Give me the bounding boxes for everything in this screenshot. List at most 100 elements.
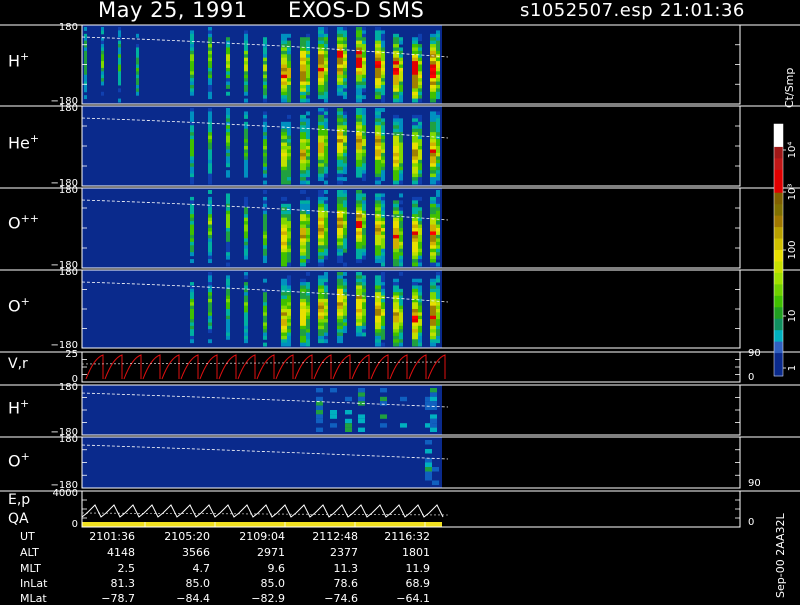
spectrogram-cell: [418, 74, 422, 79]
spectrogram-cell: [356, 241, 362, 246]
spectrogram-cell: [375, 305, 381, 310]
spectrogram-cell: [399, 177, 403, 182]
spectrogram-cell: [393, 88, 399, 93]
spectrogram-cell: [208, 292, 212, 297]
spectrogram-cell: [343, 132, 347, 137]
spectrogram-cell: [337, 50, 343, 55]
spectrogram-cell: [316, 396, 323, 402]
spectrogram-cell: [430, 228, 436, 232]
spectrogram-cell: [226, 71, 230, 76]
spectrogram-cell: [287, 322, 291, 327]
spectrogram-cell: [316, 405, 323, 410]
spectrogram-cell: [226, 231, 230, 236]
spectrogram-cell: [436, 305, 440, 310]
spectrogram-cell: [324, 275, 328, 280]
spectrogram-cell: [330, 423, 337, 428]
spectrogram-cell: [306, 241, 310, 246]
spectrogram-cell: [337, 118, 343, 123]
spectrogram-cell: [375, 78, 381, 83]
spectrogram-cell: [393, 255, 399, 260]
spectrogram-cell: [318, 196, 324, 201]
spectrogram-cell: [430, 98, 436, 103]
spectrogram-cell: [436, 329, 440, 334]
spectrogram-cell: [324, 81, 328, 86]
spectrogram-cell: [436, 139, 440, 144]
spectrogram-cell: [287, 248, 291, 253]
spectrogram-cell: [281, 74, 287, 79]
spectrogram-cell: [324, 329, 328, 334]
spectrogram-cell: [418, 285, 422, 290]
spectrogram-cell: [190, 329, 194, 334]
spectrogram-cell: [343, 40, 347, 45]
spectrogram-cell: [324, 142, 328, 147]
spectrogram-cell: [244, 47, 248, 52]
spectrogram-cell: [393, 121, 399, 126]
spectrogram-cell: [375, 95, 381, 100]
ephemeris-value: 2971: [257, 546, 285, 559]
spectrogram-cell: [324, 295, 328, 300]
spectrogram-cell: [343, 207, 347, 212]
spectrogram-cell: [356, 30, 362, 35]
spectrogram-cell: [190, 159, 194, 164]
spectrogram-cell: [287, 139, 291, 144]
spectrogram-cell: [362, 84, 366, 89]
spectrogram-cell: [306, 255, 310, 260]
spectrogram-cell: [399, 98, 403, 103]
spectrogram-cell: [381, 37, 385, 42]
spectrogram-cell: [226, 146, 230, 150]
spectrogram-cell: [436, 339, 440, 344]
spectrogram-cell: [208, 203, 212, 208]
spectrogram-cell: [430, 71, 436, 76]
spectrogram-cell: [263, 111, 267, 116]
spectrogram-cell: [381, 95, 385, 100]
spectrogram-cell: [436, 61, 440, 65]
spectrogram-cell: [418, 228, 422, 232]
spectrogram-cell: [381, 88, 385, 93]
spectrogram-cell: [375, 221, 381, 226]
spectrogram-cell: [343, 139, 347, 144]
spectrogram-cell: [343, 156, 347, 161]
spectrogram-cell: [190, 312, 194, 317]
colorbar-swatch: [774, 330, 783, 343]
spectrogram-cell: [324, 325, 328, 330]
spectrogram-cell: [324, 54, 328, 59]
spectrogram-cell: [343, 196, 347, 201]
spectrogram-cell: [190, 322, 194, 327]
ephemeris-value: 81.3: [110, 577, 136, 590]
spectrogram-cell: [362, 241, 366, 246]
spectrogram-cell: [343, 214, 347, 219]
spectrogram-cell: [412, 146, 418, 150]
spectrogram-cell: [393, 67, 399, 72]
spectrogram-cell: [190, 248, 194, 253]
spectrogram-cell: [324, 47, 328, 52]
spectrogram-cell: [287, 152, 291, 157]
spectrogram-cell: [101, 27, 104, 31]
spectrogram-cell: [244, 217, 248, 222]
spectrogram-cell: [136, 88, 139, 93]
spectrogram-cell: [436, 177, 440, 182]
spectrogram-cell: [337, 78, 343, 83]
spectrogram-cell: [399, 78, 403, 83]
spectrogram-cell: [418, 121, 422, 126]
spectrogram-cell: [300, 248, 306, 253]
spectrogram-cell: [324, 27, 328, 31]
spectrogram-cell: [362, 177, 366, 182]
spectrogram-cell: [356, 224, 362, 229]
spectrogram-cell: [287, 228, 291, 232]
spectrogram-cell: [306, 210, 310, 215]
spectrogram-cell: [343, 125, 347, 130]
spectrogram-cell: [356, 108, 362, 112]
spectrogram-cell: [101, 44, 104, 48]
spectrogram-cell: [430, 423, 437, 428]
spectrogram-cell: [324, 159, 328, 164]
spectrogram-cell: [337, 57, 343, 62]
spectrogram-cell: [358, 418, 365, 424]
colorbar-swatch: [774, 238, 783, 251]
spectrogram-cell: [300, 142, 306, 147]
spectrogram-cell: [324, 121, 328, 126]
spectrogram-cell: [418, 166, 422, 171]
spectrogram-cell: [399, 231, 403, 236]
spectrogram-cell: [430, 156, 436, 161]
spectrogram-cell: [281, 91, 287, 96]
spectrogram-cell: [208, 71, 212, 76]
